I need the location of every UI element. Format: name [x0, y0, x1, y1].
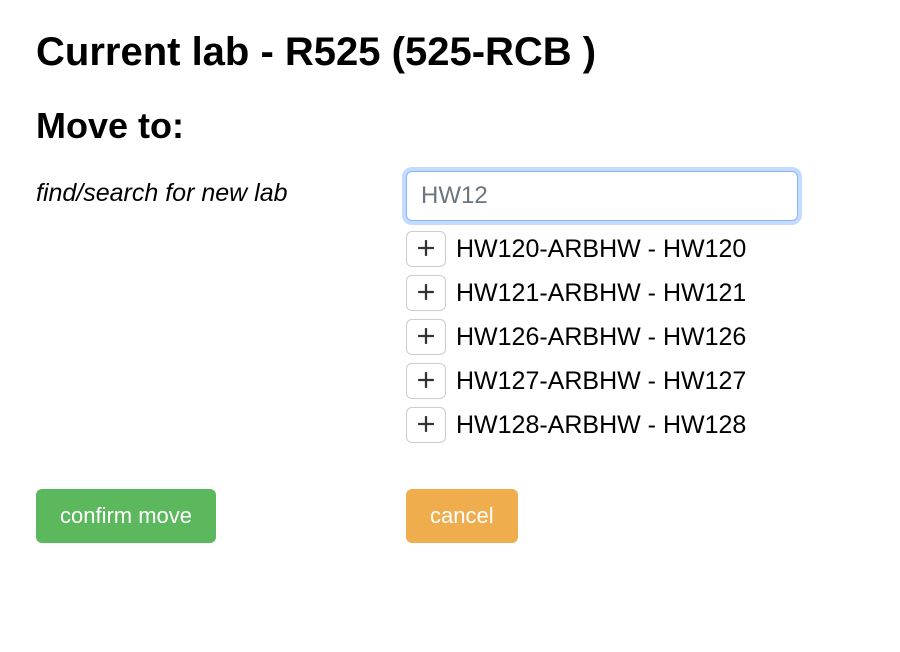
result-label: HW120-ARBHW - HW120	[456, 235, 746, 264]
result-label: HW127-ARBHW - HW127	[456, 367, 746, 396]
cancel-button[interactable]: cancel	[406, 489, 518, 543]
list-item: HW121-ARBHW - HW121	[406, 275, 806, 311]
result-label: HW121-ARBHW - HW121	[456, 279, 746, 308]
add-button[interactable]	[406, 319, 446, 355]
list-item: HW126-ARBHW - HW126	[406, 319, 806, 355]
add-button[interactable]	[406, 363, 446, 399]
plus-icon	[417, 371, 435, 392]
add-button[interactable]	[406, 275, 446, 311]
plus-icon	[417, 415, 435, 436]
plus-icon	[417, 283, 435, 304]
result-label: HW128-ARBHW - HW128	[456, 411, 746, 440]
list-item: HW128-ARBHW - HW128	[406, 407, 806, 443]
plus-icon	[417, 327, 435, 348]
page-title: Current lab - R525 (525-RCB )	[36, 30, 864, 75]
list-item: HW127-ARBHW - HW127	[406, 363, 806, 399]
results-list: HW120-ARBHW - HW120 HW121-ARBHW - HW121 …	[406, 231, 806, 443]
search-row: find/search for new lab HW120-ARBHW - HW…	[36, 171, 864, 443]
confirm-move-button[interactable]: confirm move	[36, 489, 216, 543]
list-item: HW120-ARBHW - HW120	[406, 231, 806, 267]
button-row: confirm move cancel	[36, 489, 864, 543]
result-label: HW126-ARBHW - HW126	[456, 323, 746, 352]
search-label: find/search for new lab	[36, 171, 386, 208]
search-input[interactable]	[406, 171, 798, 221]
add-button[interactable]	[406, 407, 446, 443]
move-to-heading: Move to:	[36, 105, 864, 147]
add-button[interactable]	[406, 231, 446, 267]
search-column: HW120-ARBHW - HW120 HW121-ARBHW - HW121 …	[406, 171, 806, 443]
plus-icon	[417, 239, 435, 260]
